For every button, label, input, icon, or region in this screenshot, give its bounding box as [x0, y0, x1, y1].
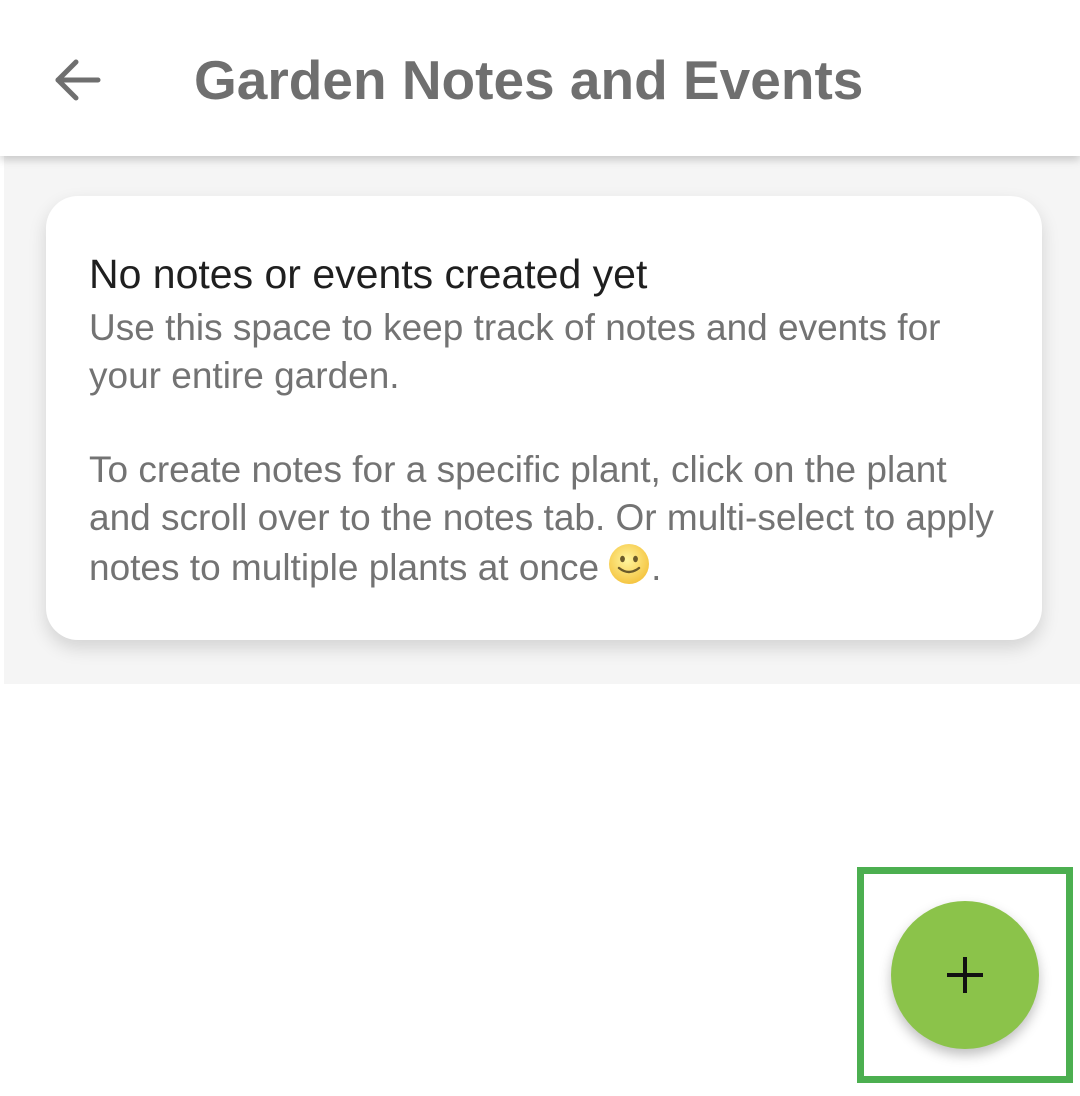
page-title: Garden Notes and Events — [194, 49, 864, 111]
plus-icon — [947, 957, 983, 993]
empty-state-instructions-period: . — [651, 547, 662, 588]
arrow-left-icon — [55, 59, 101, 101]
empty-state-instructions-text: To create notes for a specific plant, cl… — [89, 449, 994, 588]
empty-state-instructions: To create notes for a specific plant, cl… — [89, 446, 1002, 592]
slightly-smiling-face-icon — [609, 544, 650, 584]
add-note-button[interactable] — [891, 901, 1039, 1049]
empty-state-card: No notes or events created yet Use this … — [46, 196, 1042, 640]
empty-state-description: Use this space to keep track of notes an… — [89, 307, 941, 396]
screen: Garden Notes and Events No notes or even… — [0, 0, 1080, 1096]
empty-state-title: No notes or events created yet — [89, 251, 648, 297]
back-button[interactable] — [40, 40, 116, 120]
app-bar: Garden Notes and Events — [0, 0, 1080, 156]
